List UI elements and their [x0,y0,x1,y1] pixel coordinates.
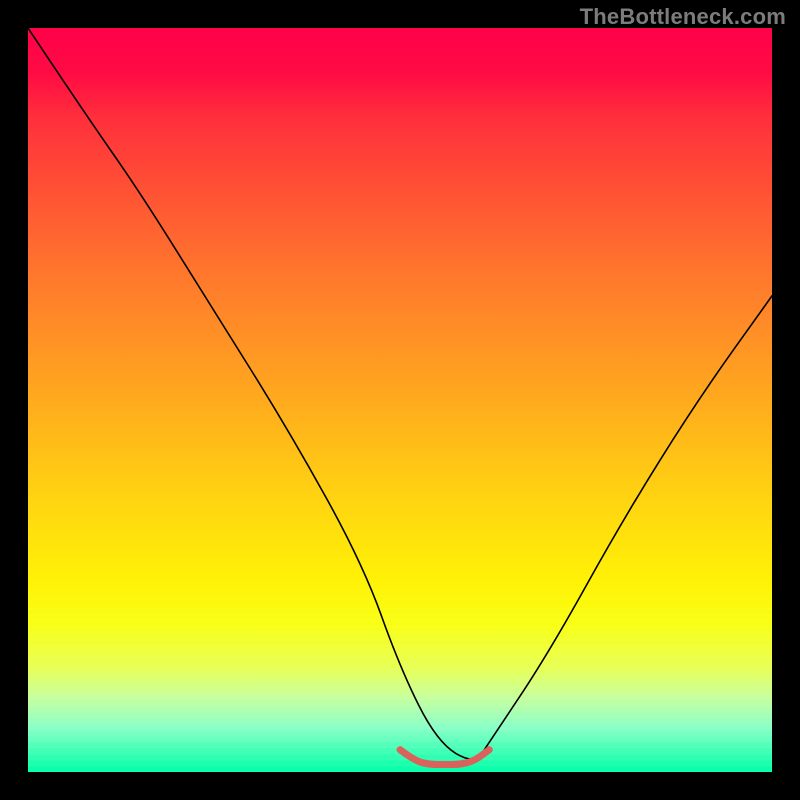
chart-frame: TheBottleneck.com [0,0,800,800]
optimal-range-marker [400,750,489,765]
watermark-text: TheBottleneck.com [580,4,786,30]
curve-layer [28,28,772,772]
bottleneck-curve [28,28,772,759]
plot-area [28,28,772,772]
